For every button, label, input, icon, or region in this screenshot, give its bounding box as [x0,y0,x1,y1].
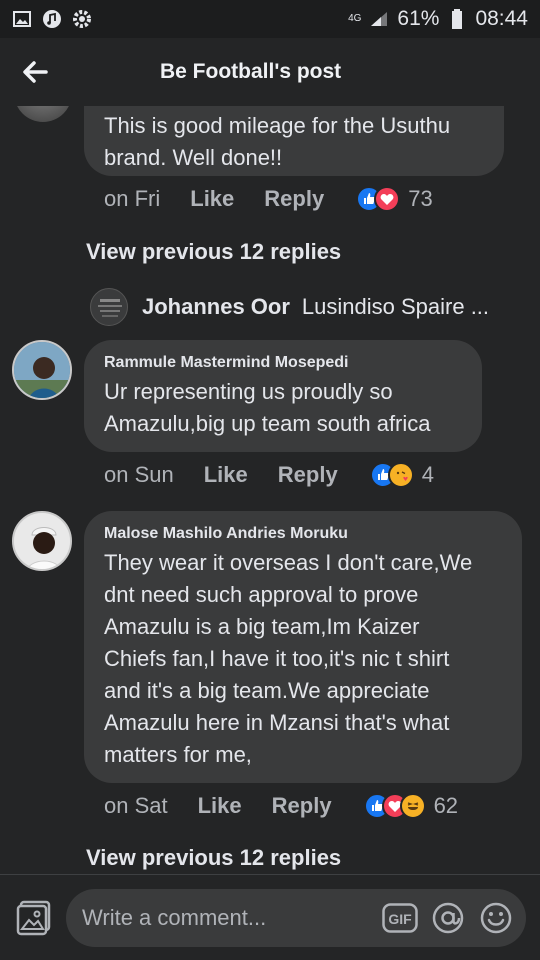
gallery-notification-icon [12,9,32,29]
reaction-count: 62 [433,793,459,818]
comments-list[interactable]: This is good mileage for the Usuthu bran… [0,106,540,874]
emoji-button[interactable] [478,900,514,936]
reply-button[interactable]: Reply [272,793,332,819]
mention-button[interactable] [430,900,466,936]
like-button[interactable]: Like [190,186,234,212]
reaction-count: 73 [408,186,433,211]
comment-text-line: dnt need such approval to prove [104,582,419,607]
comment-actions: on Sun Like Reply 4 [104,462,434,488]
like-button[interactable]: Like [204,462,248,488]
comment-author[interactable]: Rammule Mastermind Mosepedi [104,354,462,372]
comment-time[interactable]: on Sat [104,793,168,819]
comment-text-line: Amazulu here in Mzansi that's what [104,710,450,735]
view-previous-replies-button[interactable]: View previous 12 replies [86,239,341,265]
reaction-count: 4 [421,462,434,487]
gif-label: GIF [388,911,412,927]
smiley-icon [480,902,512,933]
comment-text-line: They wear it overseas I don't care,We [104,550,473,575]
music-notification-icon [42,9,62,29]
settings-notification-icon [72,9,92,29]
clock: 08:44 [475,7,528,30]
comment-author[interactable]: Malose Mashilo Andries Moruku [104,525,502,543]
reply-button[interactable]: Reply [278,462,338,488]
signal-icon [369,9,389,29]
comment-composer: GIF [0,874,540,960]
reactions-summary[interactable]: 73 [356,186,433,212]
at-sign-icon [432,902,464,933]
haha-reaction-icon [399,793,426,819]
comment-text-line: This is good mileage for the Usuthu [104,113,451,138]
avatar[interactable] [12,511,72,571]
post-header: Be Football's post [0,38,540,106]
comment-text-line: brand. Well done!! [104,145,283,170]
comment-input-pill: GIF [66,888,526,947]
battery-percent: 61% [397,7,440,30]
battery-icon [447,9,467,29]
comment-time[interactable]: on Sun [104,462,174,488]
comment-input[interactable] [82,904,370,931]
comment-text-line: Amazulu,big up team south africa [104,411,431,436]
comment-bubble[interactable]: Malose Mashilo Andries Moruku They wear … [84,511,522,783]
status-bar: 4G 61% 08:44 [0,0,540,38]
comment-actions: on Sat Like Reply 62 [104,793,458,819]
reply-author[interactable]: Johannes Oor [142,294,290,320]
reactions-summary[interactable]: 4 [369,462,434,488]
comment-time[interactable]: on Fri [104,186,160,212]
page-title: Be Football's post [160,60,342,83]
comment-text-line: Amazulu is a big team,Im Kaizer [104,614,420,639]
comment-text-line: Chiefs fan,I have it too,it's nic t shir… [104,646,450,671]
comment-text-line: matters for me, [104,742,252,767]
like-button[interactable]: Like [198,793,242,819]
love-reaction-icon [374,186,401,212]
avatar [90,288,128,326]
reply-button[interactable]: Reply [264,186,324,212]
back-button[interactable] [0,42,70,102]
avatar[interactable] [14,106,72,122]
kiss-reaction-icon [387,462,414,488]
avatar[interactable] [12,340,72,400]
comment-actions: on Fri Like Reply 73 [104,186,433,212]
comment-text-line: Ur representing us proudly so [104,379,393,404]
reactions-summary[interactable]: 62 [363,793,459,819]
gif-button[interactable]: GIF [382,900,418,936]
comment-text-line: and it's a big team.We appreciate [104,678,430,703]
comment-bubble[interactable]: This is good mileage for the Usuthu bran… [84,106,504,176]
view-previous-replies-button[interactable]: View previous 12 replies [86,845,341,871]
back-arrow-icon [23,61,48,83]
photo-button[interactable] [14,896,54,940]
network-type: 4G [348,13,362,24]
photo-icon [16,900,51,935]
reply-snippet: Lusindiso Spaire ... [301,294,490,319]
comment-bubble[interactable]: Rammule Mastermind Mosepedi Ur represent… [84,340,482,452]
reply-preview[interactable]: Johannes Oor Lusindiso Spaire ... [90,288,489,326]
gif-icon: GIF [382,902,418,933]
